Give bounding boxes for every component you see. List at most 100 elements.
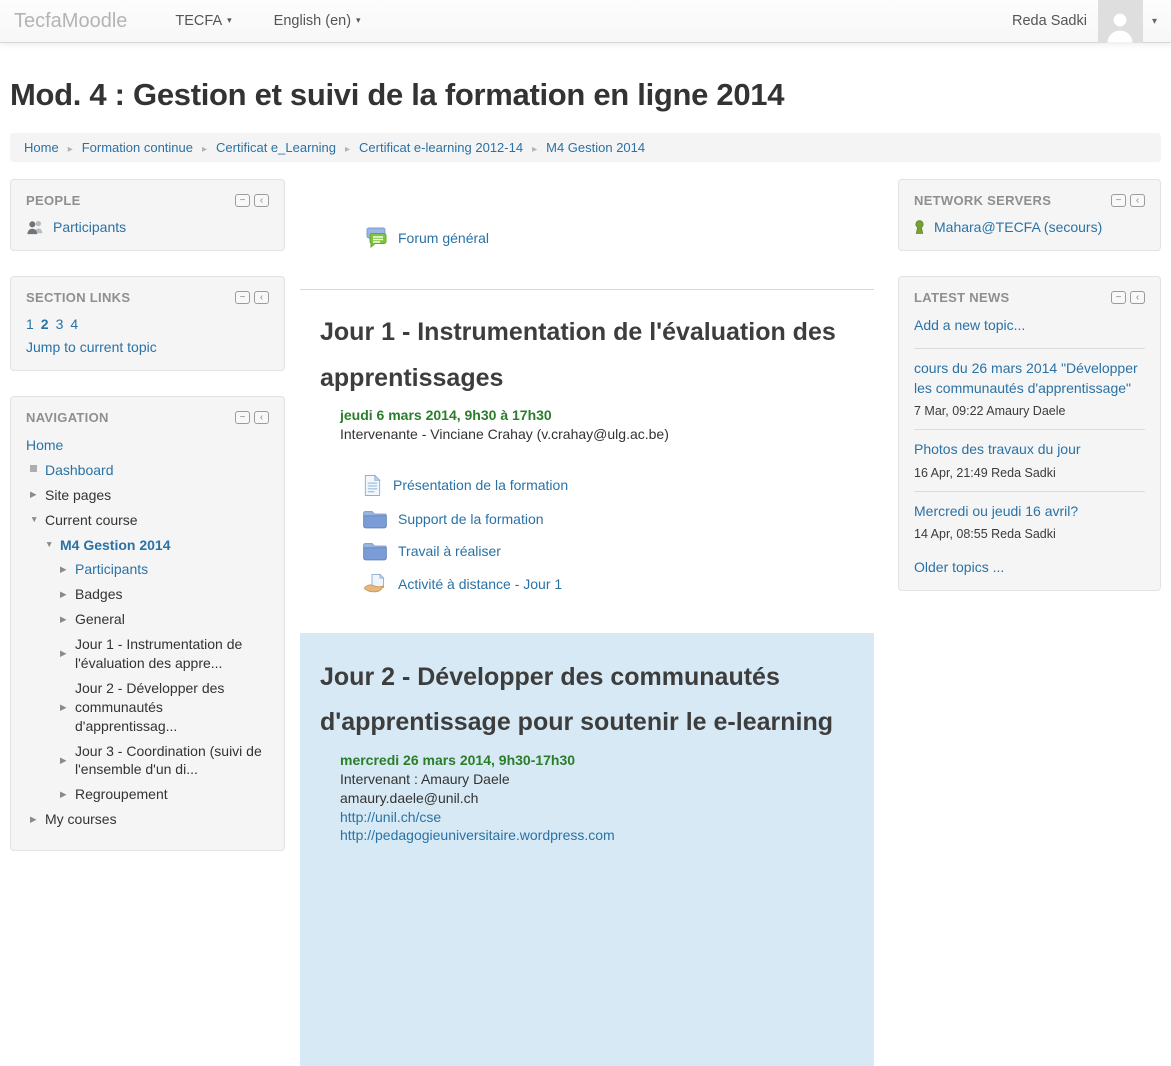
nav-item-home[interactable]: Home [26, 436, 63, 455]
resource-link[interactable]: Travail à réaliser [398, 543, 501, 559]
tree-expand-icon[interactable] [60, 589, 75, 600]
collapse-block-icon[interactable]: − [235, 291, 250, 304]
folder-icon [363, 541, 387, 561]
nav-item-general[interactable]: General [75, 610, 125, 629]
tree-expand-icon[interactable] [60, 789, 75, 800]
section-jour-2-heading: Jour 2 - Développer des communautés d'ap… [320, 655, 854, 746]
forum-general-link[interactable]: Forum général [398, 230, 489, 246]
collapse-block-icon[interactable]: − [235, 411, 250, 424]
dock-block-icon[interactable]: ‹ [254, 194, 269, 207]
tree-expand-icon[interactable] [30, 814, 45, 825]
nav-item-current-course[interactable]: Current course [45, 511, 138, 530]
participants-link[interactable]: Participants [53, 219, 126, 235]
nav-item-jour1[interactable]: Jour 1 - Instrumentation de l'évaluation… [75, 635, 269, 673]
resource-link[interactable]: Support de la formation [398, 511, 544, 527]
right-column: NETWORK SERVERS − ‹ Mahara@TECFA (secour… [898, 179, 1161, 616]
news-item: cours du 26 mars 2014 "Développer les co… [914, 359, 1145, 418]
left-column: PEOPLE − ‹ Participants [10, 179, 285, 876]
breadcrumb-separator-icon: ▸ [532, 144, 537, 155]
tree-expand-icon[interactable] [60, 564, 75, 575]
session-speaker: Intervenante - Vinciane Crahay (v.crahay… [340, 426, 874, 444]
news-title-link[interactable]: Photos des travaux du jour [914, 440, 1145, 460]
dock-block-icon[interactable]: ‹ [254, 291, 269, 304]
section-link-4[interactable]: 4 [70, 316, 78, 332]
nav-item-m4-gestion-2014[interactable]: M4 Gestion 2014 [60, 536, 171, 555]
participants-icon [26, 219, 44, 235]
dock-block-icon[interactable]: ‹ [1130, 194, 1145, 207]
section-link-3[interactable]: 3 [56, 316, 64, 332]
chevron-down-icon: ▾ [227, 15, 232, 26]
activity-row: Support de la formation [363, 509, 874, 529]
block-network-servers-title: NETWORK SERVERS [914, 193, 1051, 208]
tree-expand-icon[interactable] [60, 648, 75, 659]
tree-expand-icon[interactable] [30, 489, 45, 500]
breadcrumb-m4-gestion[interactable]: M4 Gestion 2014 [546, 140, 645, 155]
section-jour-2-highlighted: Jour 2 - Développer des communautés d'ap… [300, 633, 874, 1066]
news-divider [914, 491, 1145, 492]
assignment-icon [363, 573, 387, 595]
tree-collapse-icon[interactable] [45, 539, 60, 550]
page-container: Mod. 4 : Gestion et suivi de la formatio… [0, 77, 1171, 1066]
breadcrumb-formation-continue[interactable]: Formation continue [82, 140, 193, 155]
page-title: Mod. 4 : Gestion et suivi de la formatio… [10, 77, 1161, 113]
section-link-2-current[interactable]: 2 [41, 316, 49, 332]
collapse-block-icon[interactable]: − [1111, 291, 1126, 304]
avatar[interactable] [1098, 0, 1143, 43]
dock-block-icon[interactable]: ‹ [1130, 291, 1145, 304]
tree-expand-icon[interactable] [60, 614, 75, 625]
user-menu-caret-icon[interactable]: ▾ [1152, 16, 1157, 27]
site-logo[interactable]: TecfaMoodle [14, 10, 127, 33]
nav-item-site-pages[interactable]: Site pages [45, 486, 111, 505]
nav-item-dashboard[interactable]: Dashboard [45, 461, 114, 480]
mahara-tecfa-link[interactable]: Mahara@TECFA (secours) [934, 219, 1102, 235]
block-latest-news: LATEST NEWS − ‹ Add a new topic... cours… [898, 276, 1161, 591]
nav-item-regroupement[interactable]: Regroupement [75, 785, 168, 804]
nav-item-my-courses[interactable]: My courses [45, 810, 117, 829]
tree-expand-icon[interactable] [60, 702, 75, 713]
block-navigation-title: NAVIGATION [26, 410, 109, 425]
resource-link[interactable]: Présentation de la formation [393, 477, 568, 493]
add-new-topic-link[interactable]: Add a new topic... [914, 317, 1025, 333]
breadcrumb-separator-icon: ▸ [202, 144, 207, 155]
news-divider [914, 429, 1145, 430]
tree-collapse-icon[interactable] [30, 514, 45, 525]
nav-item-jour3[interactable]: Jour 3 - Coordination (suivi de l'ensemb… [75, 742, 269, 780]
top-navbar: TecfaMoodle TECFA▾ English (en)▾ Reda Sa… [0, 0, 1171, 43]
nav-item-badges[interactable]: Badges [75, 585, 122, 604]
page-icon [363, 474, 382, 497]
collapse-block-icon[interactable]: − [235, 194, 250, 207]
activity-row: Travail à réaliser [363, 541, 874, 561]
older-topics-link[interactable]: Older topics ... [914, 559, 1004, 575]
content-columns: PEOPLE − ‹ Participants [10, 179, 1161, 1066]
breadcrumb-certificat-elearning[interactable]: Certificat e_Learning [216, 140, 336, 155]
dock-block-icon[interactable]: ‹ [254, 411, 269, 424]
chevron-down-icon: ▾ [356, 15, 361, 26]
nav-item-jour2[interactable]: Jour 2 - Développer des communautés d'ap… [75, 679, 269, 736]
session-date: jeudi 6 mars 2014, 9h30 à 17h30 [340, 407, 874, 425]
breadcrumb-certificat-2012-14[interactable]: Certificat e-learning 2012-14 [359, 140, 523, 155]
news-title-link[interactable]: Mercredi ou jeudi 16 avril? [914, 502, 1145, 522]
resource-link[interactable]: Activité à distance - Jour 1 [398, 576, 562, 592]
forum-icon [364, 227, 388, 248]
speaker-email: amaury.daele@unil.ch [340, 790, 854, 808]
session-speaker: Intervenant : Amaury Daele [340, 771, 854, 789]
collapse-block-icon[interactable]: − [1111, 194, 1126, 207]
folder-icon [363, 509, 387, 529]
news-item: Photos des travaux du jour 16 Apr, 21:49… [914, 440, 1145, 480]
session-date: mercredi 26 mars 2014, 9h30-17h30 [340, 752, 854, 770]
news-title-link[interactable]: cours du 26 mars 2014 "Développer les co… [914, 359, 1145, 398]
user-name[interactable]: Reda Sadki [1012, 13, 1087, 29]
tree-expand-icon[interactable] [60, 755, 75, 766]
section-jour-1: Jour 1 - Instrumentation de l'évaluation… [300, 310, 874, 595]
menu-language[interactable]: English (en)▾ [274, 13, 361, 29]
jump-to-current-topic-link[interactable]: Jump to current topic [26, 339, 157, 355]
forum-activity: Forum général [364, 227, 874, 248]
nav-item-participants[interactable]: Participants [75, 560, 148, 579]
external-link-wordpress[interactable]: http://pedagogieuniversitaire.wordpress.… [340, 827, 615, 843]
user-silhouette-icon [1104, 9, 1136, 43]
external-link-unil[interactable]: http://unil.ch/cse [340, 809, 441, 825]
breadcrumb-home[interactable]: Home [24, 140, 59, 155]
section-link-1[interactable]: 1 [26, 316, 34, 332]
navbar-left: TecfaMoodle TECFA▾ English (en)▾ [0, 10, 403, 33]
menu-tecfa[interactable]: TECFA▾ [175, 13, 231, 29]
